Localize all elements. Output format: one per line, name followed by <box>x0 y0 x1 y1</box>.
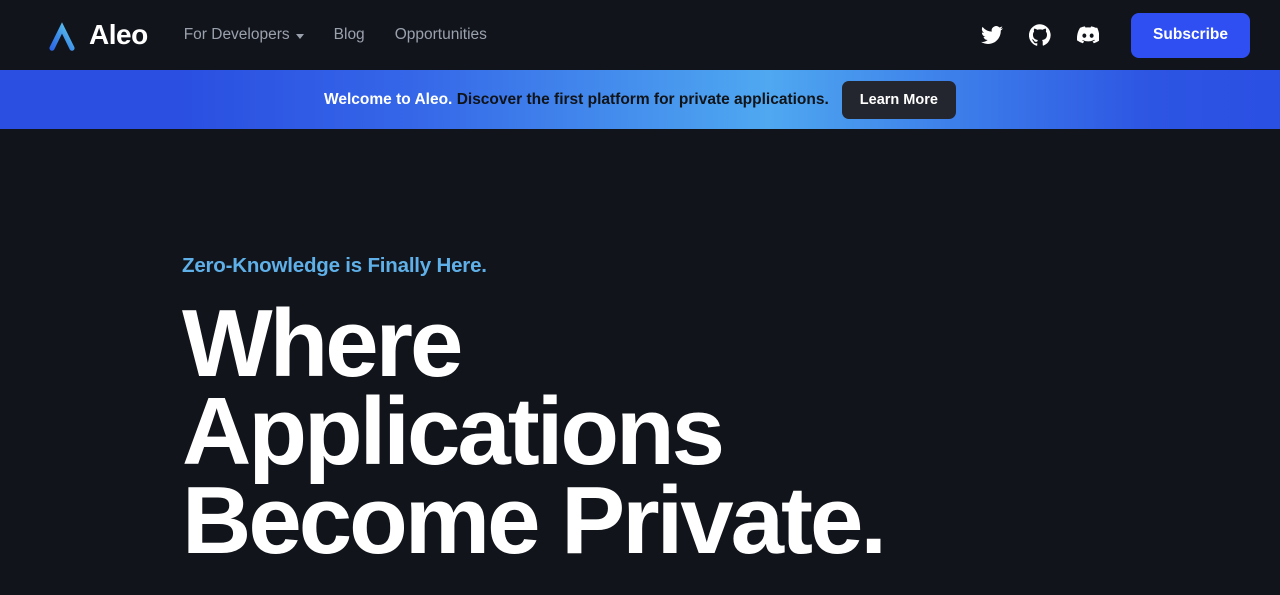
brand-name: Aleo <box>89 19 148 50</box>
hero-eyebrow: Zero-Knowledge is Finally Here. <box>182 254 487 277</box>
github-icon <box>1029 24 1051 46</box>
site-header: Aleo For Developers Blog Opportunities S… <box>0 0 1280 70</box>
nav-link-for-developers[interactable]: For Developers <box>184 26 304 44</box>
learn-more-button[interactable]: Learn More <box>841 80 956 119</box>
discord-link[interactable] <box>1077 24 1100 46</box>
announcement-banner: Welcome to Aleo. Discover the first plat… <box>0 70 1280 129</box>
hero-headline: Where Applications Become Private. <box>182 290 1280 574</box>
header-actions: Subscribe <box>981 12 1250 58</box>
nav-link-label: Opportunities <box>394 26 487 43</box>
nav-link-label: For Developers <box>183 26 290 43</box>
banner-message: Welcome to Aleo. Discover the first plat… <box>324 91 829 109</box>
chevron-down-icon <box>295 33 304 39</box>
primary-navigation: For Developers Blog Opportunities <box>184 26 487 44</box>
nav-link-opportunities[interactable]: Opportunities <box>395 26 487 44</box>
brand-logo-link[interactable]: Aleo <box>45 18 148 52</box>
nav-link-blog[interactable]: Blog <box>334 26 365 44</box>
aleo-chevron-logo-icon <box>45 18 79 52</box>
discord-icon <box>1077 26 1100 44</box>
twitter-link[interactable] <box>981 24 1004 46</box>
hero-section: Zero-Knowledge is Finally Here. Where Ap… <box>0 129 1280 574</box>
twitter-icon <box>981 26 1004 44</box>
headline-line-3: Become Private. <box>182 466 887 574</box>
github-link[interactable] <box>1029 24 1051 46</box>
subscribe-button[interactable]: Subscribe <box>1131 12 1250 58</box>
headline-line-2: Applications <box>182 378 725 486</box>
nav-link-label: Blog <box>333 26 365 43</box>
banner-rest-text: Discover the first platform for private … <box>456 90 829 108</box>
headline-line-1: Where <box>182 290 463 397</box>
banner-lead-text: Welcome to Aleo. <box>324 90 453 108</box>
